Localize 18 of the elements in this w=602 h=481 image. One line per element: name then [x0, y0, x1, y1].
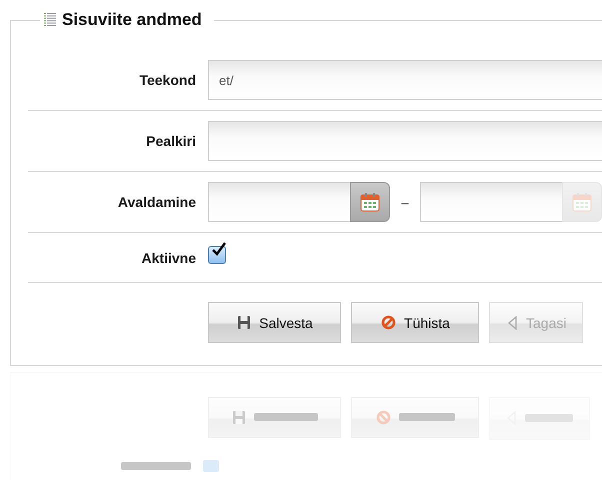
action-button[interactable]: Tühista [351, 302, 479, 343]
prohibited-icon [381, 315, 396, 330]
text-field[interactable]: et/ [208, 60, 602, 100]
list-icon [44, 13, 56, 27]
date-field[interactable] [420, 182, 562, 222]
action-button[interactable]: Salvesta [208, 302, 341, 343]
text-field[interactable] [208, 121, 602, 161]
calendar-icon [572, 192, 592, 212]
field-label: Avaldamine [116, 194, 197, 210]
field-label: Aktiivne [140, 250, 197, 266]
triangle-left-icon [507, 316, 518, 330]
section-title: Sisuviite andmed [62, 10, 202, 30]
date-field[interactable] [208, 182, 350, 222]
calendar-button[interactable] [350, 182, 390, 222]
field-label: Teekond [138, 72, 197, 88]
range-separator: – [400, 194, 410, 210]
calendar-icon [360, 192, 380, 212]
field-label: Pealkiri [145, 133, 197, 149]
